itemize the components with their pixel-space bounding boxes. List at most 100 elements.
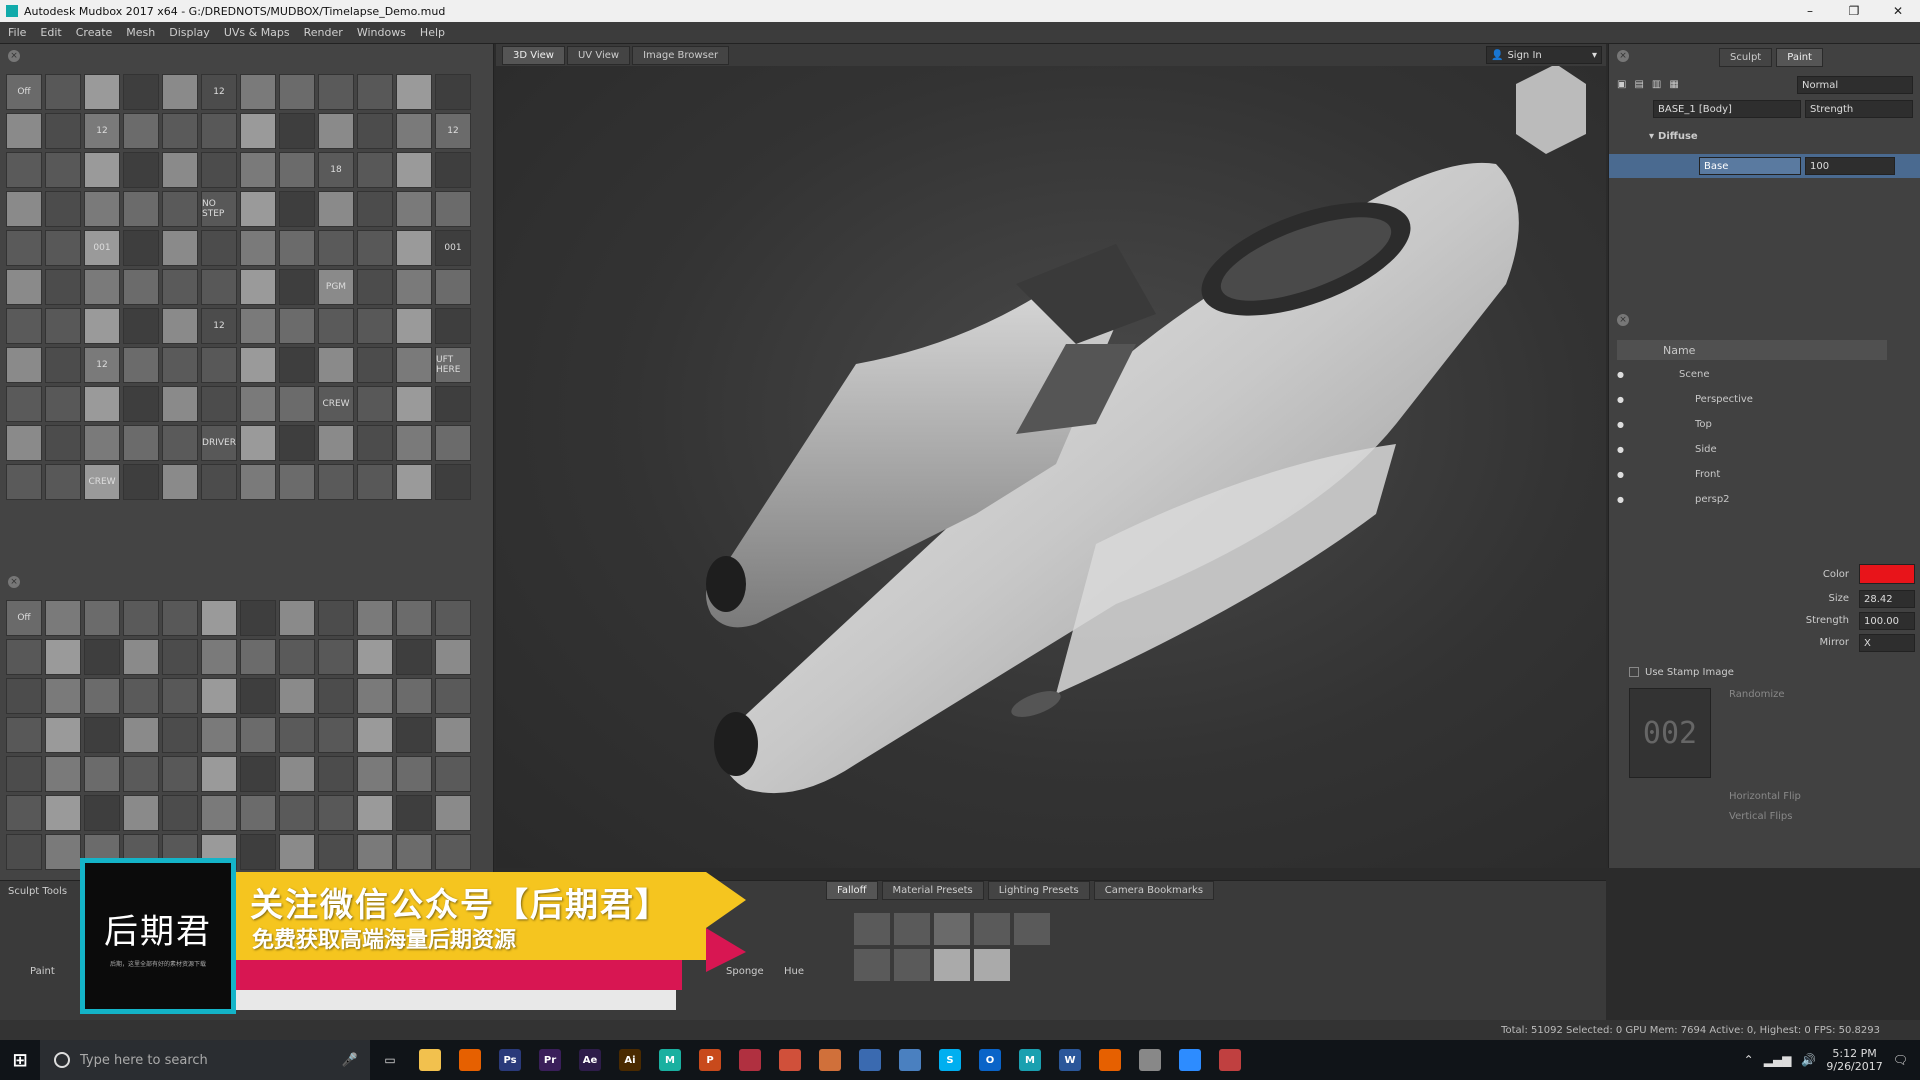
stamp-thumbnail[interactable] [357, 269, 393, 305]
use-stamp-checkbox[interactable] [1629, 667, 1639, 677]
stamp-thumbnail[interactable] [396, 795, 432, 831]
stamp-thumbnail[interactable] [318, 74, 354, 110]
stamp-thumbnail[interactable] [435, 74, 471, 110]
stamp-thumbnail[interactable] [84, 795, 120, 831]
stamp-thumbnail[interactable] [240, 113, 276, 149]
menu-edit[interactable]: Edit [40, 26, 61, 39]
stamp-thumbnail[interactable] [6, 795, 42, 831]
stamp-thumbnail[interactable] [435, 152, 471, 188]
stamp-thumbnail[interactable] [357, 639, 393, 675]
stamp-thumbnail[interactable] [357, 308, 393, 344]
stamp-off-button[interactable]: Off [6, 600, 42, 636]
stamp-thumbnail[interactable] [318, 191, 354, 227]
new-layer-icon[interactable]: ▣ [1617, 79, 1626, 90]
stamp-thumbnail[interactable] [123, 756, 159, 792]
delete-layer-icon[interactable]: ▦ [1669, 79, 1678, 90]
stamp-thumbnail[interactable] [6, 152, 42, 188]
stamp-thumbnail[interactable] [6, 678, 42, 714]
stamp-thumbnail[interactable] [6, 756, 42, 792]
stamp-thumbnail[interactable] [162, 678, 198, 714]
stamp-thumbnail[interactable] [396, 756, 432, 792]
view-cube-icon[interactable] [1516, 64, 1586, 154]
stamp-thumbnail[interactable] [318, 639, 354, 675]
stamp-thumbnail[interactable] [45, 74, 81, 110]
stamp-thumbnail[interactable] [357, 191, 393, 227]
stamp-thumbnail[interactable] [279, 795, 315, 831]
windows-start-icon[interactable]: ⊞ [0, 1040, 40, 1080]
falloff-preset[interactable] [1014, 913, 1050, 945]
stamp-thumbnail[interactable] [162, 717, 198, 753]
task-view-icon[interactable]: ▭ [370, 1040, 410, 1080]
stamp-thumbnail[interactable] [84, 717, 120, 753]
stamp-thumbnail[interactable] [162, 425, 198, 461]
stamp-thumbnail[interactable] [279, 113, 315, 149]
stamp-thumbnail[interactable] [357, 678, 393, 714]
stamp-thumbnail[interactable] [279, 347, 315, 383]
stamp-thumbnail[interactable] [45, 639, 81, 675]
stamp-thumbnail[interactable] [201, 464, 237, 500]
stamp-thumbnail[interactable] [435, 269, 471, 305]
stamp-thumbnail[interactable] [435, 678, 471, 714]
stamp-thumbnail[interactable] [279, 834, 315, 870]
stamp-thumbnail[interactable] [318, 425, 354, 461]
stamp-thumbnail[interactable] [396, 834, 432, 870]
stamp-thumbnail[interactable] [435, 600, 471, 636]
visibility-icon[interactable]: ● [1617, 420, 1637, 429]
stamp-thumbnail[interactable] [240, 230, 276, 266]
stamp-thumbnail[interactable] [240, 191, 276, 227]
object-list-item[interactable]: ● Top [1617, 412, 1887, 437]
falloff-preset[interactable] [934, 913, 970, 945]
stamp-thumbnail[interactable] [318, 717, 354, 753]
stamp-thumbnail[interactable] [84, 600, 120, 636]
tab-falloff[interactable]: Falloff [826, 881, 878, 900]
stamp-thumbnail[interactable] [357, 717, 393, 753]
stamp-thumbnail[interactable] [435, 191, 471, 227]
volume-icon[interactable]: 🔊 [1801, 1053, 1816, 1067]
app-diamond2-icon[interactable] [1210, 1040, 1250, 1080]
stamp-thumbnail[interactable]: 12 [201, 308, 237, 344]
close-panel-icon[interactable]: ⨯ [1617, 50, 1629, 62]
menu-mesh[interactable]: Mesh [126, 26, 155, 39]
object-list-item[interactable]: ● Perspective [1617, 387, 1887, 412]
stamp-thumbnail[interactable] [240, 269, 276, 305]
horizontal-flip-label[interactable]: Horizontal Flip [1729, 786, 1801, 806]
illustrator-icon[interactable]: Ai [610, 1040, 650, 1080]
stamp-thumbnail[interactable] [357, 756, 393, 792]
network-icon[interactable]: ▂▄▆ [1764, 1053, 1792, 1067]
vertical-flip-label[interactable]: Vertical Flips [1729, 806, 1792, 826]
stamp-thumbnail[interactable] [162, 386, 198, 422]
stamp-thumbnail[interactable] [357, 464, 393, 500]
stamp-thumbnail[interactable]: 001 [84, 230, 120, 266]
stamp-thumbnail[interactable] [201, 113, 237, 149]
stamp-thumbnail[interactable] [279, 191, 315, 227]
folder-icon[interactable]: ▥ [1652, 79, 1661, 90]
stamp-thumbnail[interactable] [6, 308, 42, 344]
falloff-preset[interactable] [854, 949, 890, 981]
stamp-thumbnail[interactable] [84, 152, 120, 188]
stamp-thumbnail[interactable] [45, 386, 81, 422]
stamp-thumbnail[interactable] [240, 74, 276, 110]
stamp-thumbnail[interactable] [45, 347, 81, 383]
stamp-thumbnail[interactable] [279, 74, 315, 110]
stamp-thumbnail[interactable] [45, 600, 81, 636]
visibility-icon[interactable]: ● [1617, 495, 1637, 504]
stamp-thumbnail[interactable] [45, 717, 81, 753]
stamp-thumbnail[interactable] [45, 464, 81, 500]
app-cone-icon[interactable] [770, 1040, 810, 1080]
stamp-thumbnail[interactable] [279, 717, 315, 753]
stamp-thumbnail[interactable] [435, 386, 471, 422]
duplicate-layer-icon[interactable]: ▤ [1634, 79, 1643, 90]
stamp-thumbnail[interactable] [162, 347, 198, 383]
stamp-thumbnail[interactable] [357, 152, 393, 188]
stamp-thumbnail[interactable]: 12 [201, 74, 237, 110]
outlook-icon[interactable]: O [970, 1040, 1010, 1080]
stamp-preview[interactable]: 002 [1629, 688, 1711, 778]
stamp-thumbnail[interactable] [240, 639, 276, 675]
stamp-thumbnail[interactable] [123, 639, 159, 675]
stamp-thumbnail[interactable] [279, 152, 315, 188]
stamp-thumbnail[interactable]: CREW [84, 464, 120, 500]
stamp-thumbnail[interactable] [396, 230, 432, 266]
stamp-thumbnail[interactable] [318, 113, 354, 149]
menu-file[interactable]: File [8, 26, 26, 39]
blend-mode-select[interactable]: Normal [1797, 76, 1913, 94]
